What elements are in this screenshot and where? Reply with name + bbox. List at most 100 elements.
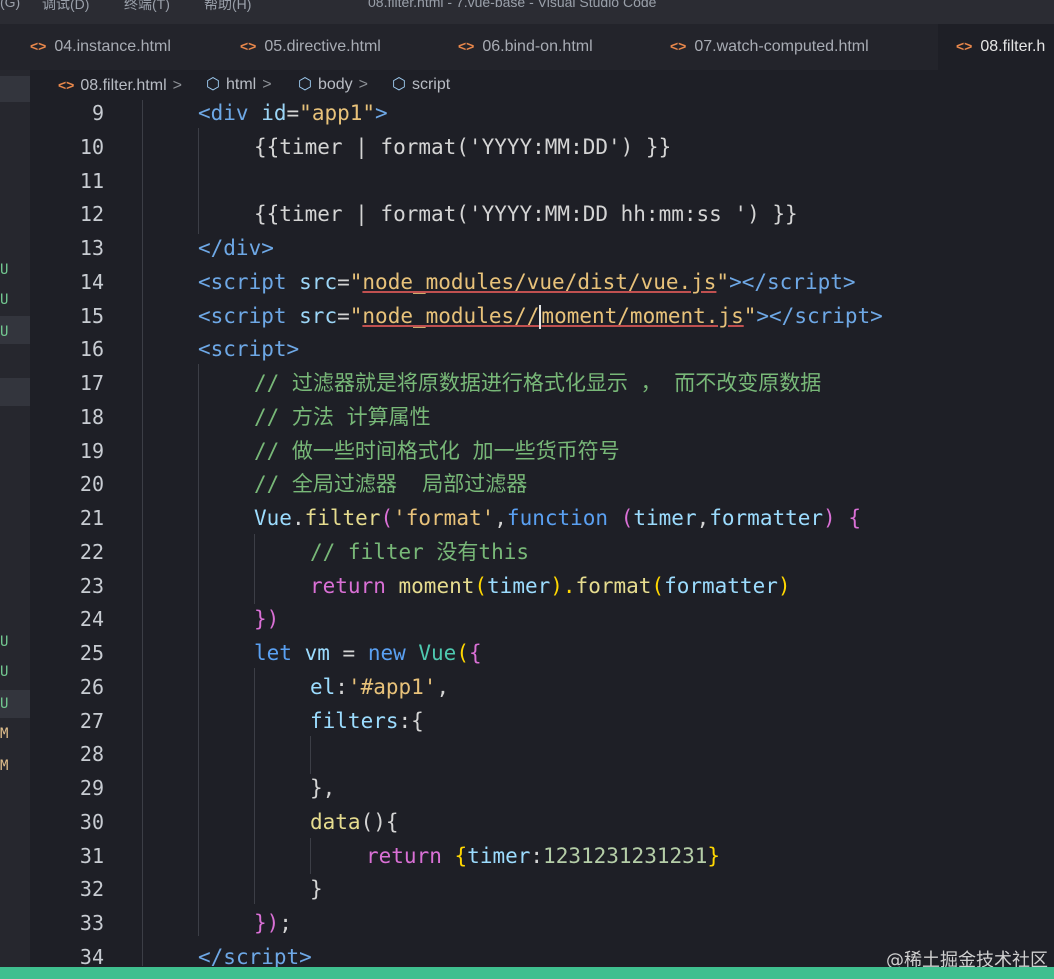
code-line-14: <script src="node_modules/vue/dist/vue.j… bbox=[198, 265, 856, 299]
code-token: Vue bbox=[254, 506, 292, 530]
breadcrumb-separator: > bbox=[262, 76, 272, 93]
code-token: {{timer | format('YYYY:MM:DD') }} bbox=[254, 135, 672, 159]
code-line-31: return {timer:1231231231231} bbox=[366, 839, 720, 873]
tab-label: 05.directive.html bbox=[264, 38, 381, 55]
explorer-selection bbox=[0, 76, 30, 102]
code-line-21: Vue.filter('format',function (timer,form… bbox=[254, 501, 861, 535]
code-token: formatter bbox=[709, 506, 824, 530]
code-token: timer bbox=[467, 844, 531, 868]
tab-08-filter[interactable]: <> 08.filter.h bbox=[938, 24, 1054, 70]
code-line-24: }) bbox=[254, 602, 279, 636]
code-token: script bbox=[223, 945, 300, 969]
git-status-badge: U bbox=[0, 634, 9, 650]
code-line-23: return moment(timer).format(formatter) bbox=[310, 569, 791, 603]
breadcrumb-label: html bbox=[225, 76, 257, 93]
code-token: ( bbox=[380, 506, 394, 530]
code-token: = bbox=[337, 270, 350, 294]
code-token: ></ bbox=[756, 304, 795, 328]
code-line-12: {{timer | format('YYYY:MM:DD hh:mm:ss ')… bbox=[254, 197, 798, 231]
code-token: > bbox=[299, 945, 312, 969]
code-token: } bbox=[707, 844, 721, 868]
code-token: : bbox=[530, 844, 544, 868]
code-token: :{ bbox=[398, 709, 424, 733]
line-number: 29 bbox=[79, 776, 104, 800]
indent-guide bbox=[310, 838, 311, 874]
html-file-icon: <> bbox=[670, 38, 687, 54]
code-token: (){ bbox=[360, 810, 399, 834]
line-number: 31 bbox=[79, 844, 104, 868]
code-token: { bbox=[454, 844, 468, 868]
code-token: filter bbox=[304, 506, 381, 530]
line-number: 20 bbox=[79, 472, 104, 496]
menu-item-go[interactable]: (G) bbox=[0, 0, 20, 10]
git-status-badge: U bbox=[0, 324, 9, 340]
code-token: <script bbox=[198, 270, 300, 294]
code-token: '#app1' bbox=[347, 675, 437, 699]
code-token: ( bbox=[651, 574, 665, 598]
code-line-16: <script> bbox=[198, 332, 299, 366]
element-cube-icon: ⬡ bbox=[206, 76, 220, 93]
line-number: 27 bbox=[79, 709, 104, 733]
code-token: }) bbox=[254, 607, 280, 631]
menu-item-help[interactable]: 帮助(H) bbox=[204, 0, 251, 14]
code-line-17: // 过滤器就是将原数据进行格式化显示 ， 而不改变原数据 bbox=[254, 366, 821, 400]
code-token: <script bbox=[198, 304, 300, 328]
code-token: ( bbox=[608, 506, 634, 530]
line-number: 32 bbox=[79, 877, 104, 901]
code-token: = bbox=[286, 101, 300, 125]
line-number: 33 bbox=[79, 911, 104, 935]
tab-06-bind-on[interactable]: <> 06.bind-on.html bbox=[440, 24, 652, 70]
code-token: }, bbox=[310, 776, 336, 800]
code-token: , bbox=[494, 506, 507, 530]
tab-07-watch-computed[interactable]: <> 07.watch-computed.html bbox=[652, 24, 938, 70]
indent-guide bbox=[254, 668, 255, 904]
code-token: moment/moment.js bbox=[541, 304, 744, 328]
code-line-33: }); bbox=[254, 906, 292, 940]
code-token: src bbox=[299, 304, 338, 328]
tab-04-instance[interactable]: <> 04.instance.html bbox=[12, 24, 222, 70]
code-token: timer bbox=[633, 506, 697, 530]
menu-item-debug[interactable]: 调试(D) bbox=[42, 0, 89, 14]
code-token: > bbox=[842, 270, 856, 294]
git-status-badge: M bbox=[0, 726, 9, 742]
breadcrumb-label: body bbox=[317, 76, 353, 93]
code-token: = bbox=[329, 641, 368, 665]
code-token: ) bbox=[823, 506, 849, 530]
git-status-badge: U bbox=[0, 292, 9, 308]
line-number: 28 bbox=[79, 742, 104, 766]
breadcrumb-script[interactable]: ⬡ script bbox=[392, 70, 450, 100]
code-token: format bbox=[575, 574, 652, 598]
code-comment: // filter 没有this bbox=[310, 540, 530, 564]
code-token: node_modules/vue/dist/vue.js bbox=[362, 270, 717, 294]
git-status-badge: U bbox=[0, 696, 9, 712]
line-number: 14 bbox=[79, 270, 104, 294]
code-line-26: el:'#app1', bbox=[310, 670, 449, 704]
code-token: ></ bbox=[729, 270, 768, 294]
code-token: " bbox=[716, 270, 730, 294]
code-token: > bbox=[870, 304, 883, 328]
tab-05-directive[interactable]: <> 05.directive.html bbox=[222, 24, 440, 70]
line-number: 19 bbox=[79, 439, 104, 463]
indent-guide bbox=[198, 128, 199, 234]
code-token: formatter bbox=[664, 574, 778, 598]
code-token: let bbox=[254, 641, 305, 665]
menu-item-terminal[interactable]: 终端(T) bbox=[124, 0, 170, 14]
git-status-badge: M bbox=[0, 758, 9, 774]
line-number: 17 bbox=[79, 371, 104, 395]
breadcrumb-separator: > bbox=[172, 77, 182, 94]
breadcrumb-separator: > bbox=[358, 76, 369, 93]
line-number: 16 bbox=[79, 337, 104, 361]
code-comment: // 全局过滤器 局部过滤器 bbox=[254, 472, 528, 496]
git-status-badge: U bbox=[0, 262, 9, 278]
code-token: ) bbox=[777, 574, 791, 598]
code-token: script bbox=[794, 304, 871, 328]
code-token: return bbox=[366, 844, 455, 868]
code-token: ( bbox=[456, 641, 469, 665]
code-token: = bbox=[337, 304, 350, 328]
code-comment: // 过滤器就是将原数据进行格式化显示 ， 而不改变原数据 bbox=[254, 371, 822, 395]
code-line-18: // 方法 计算属性 bbox=[254, 400, 431, 434]
indent-guide bbox=[254, 534, 255, 604]
html-file-icon: <> bbox=[458, 38, 475, 54]
code-line-30: data(){ bbox=[310, 805, 399, 839]
line-number: 24 bbox=[79, 607, 104, 631]
